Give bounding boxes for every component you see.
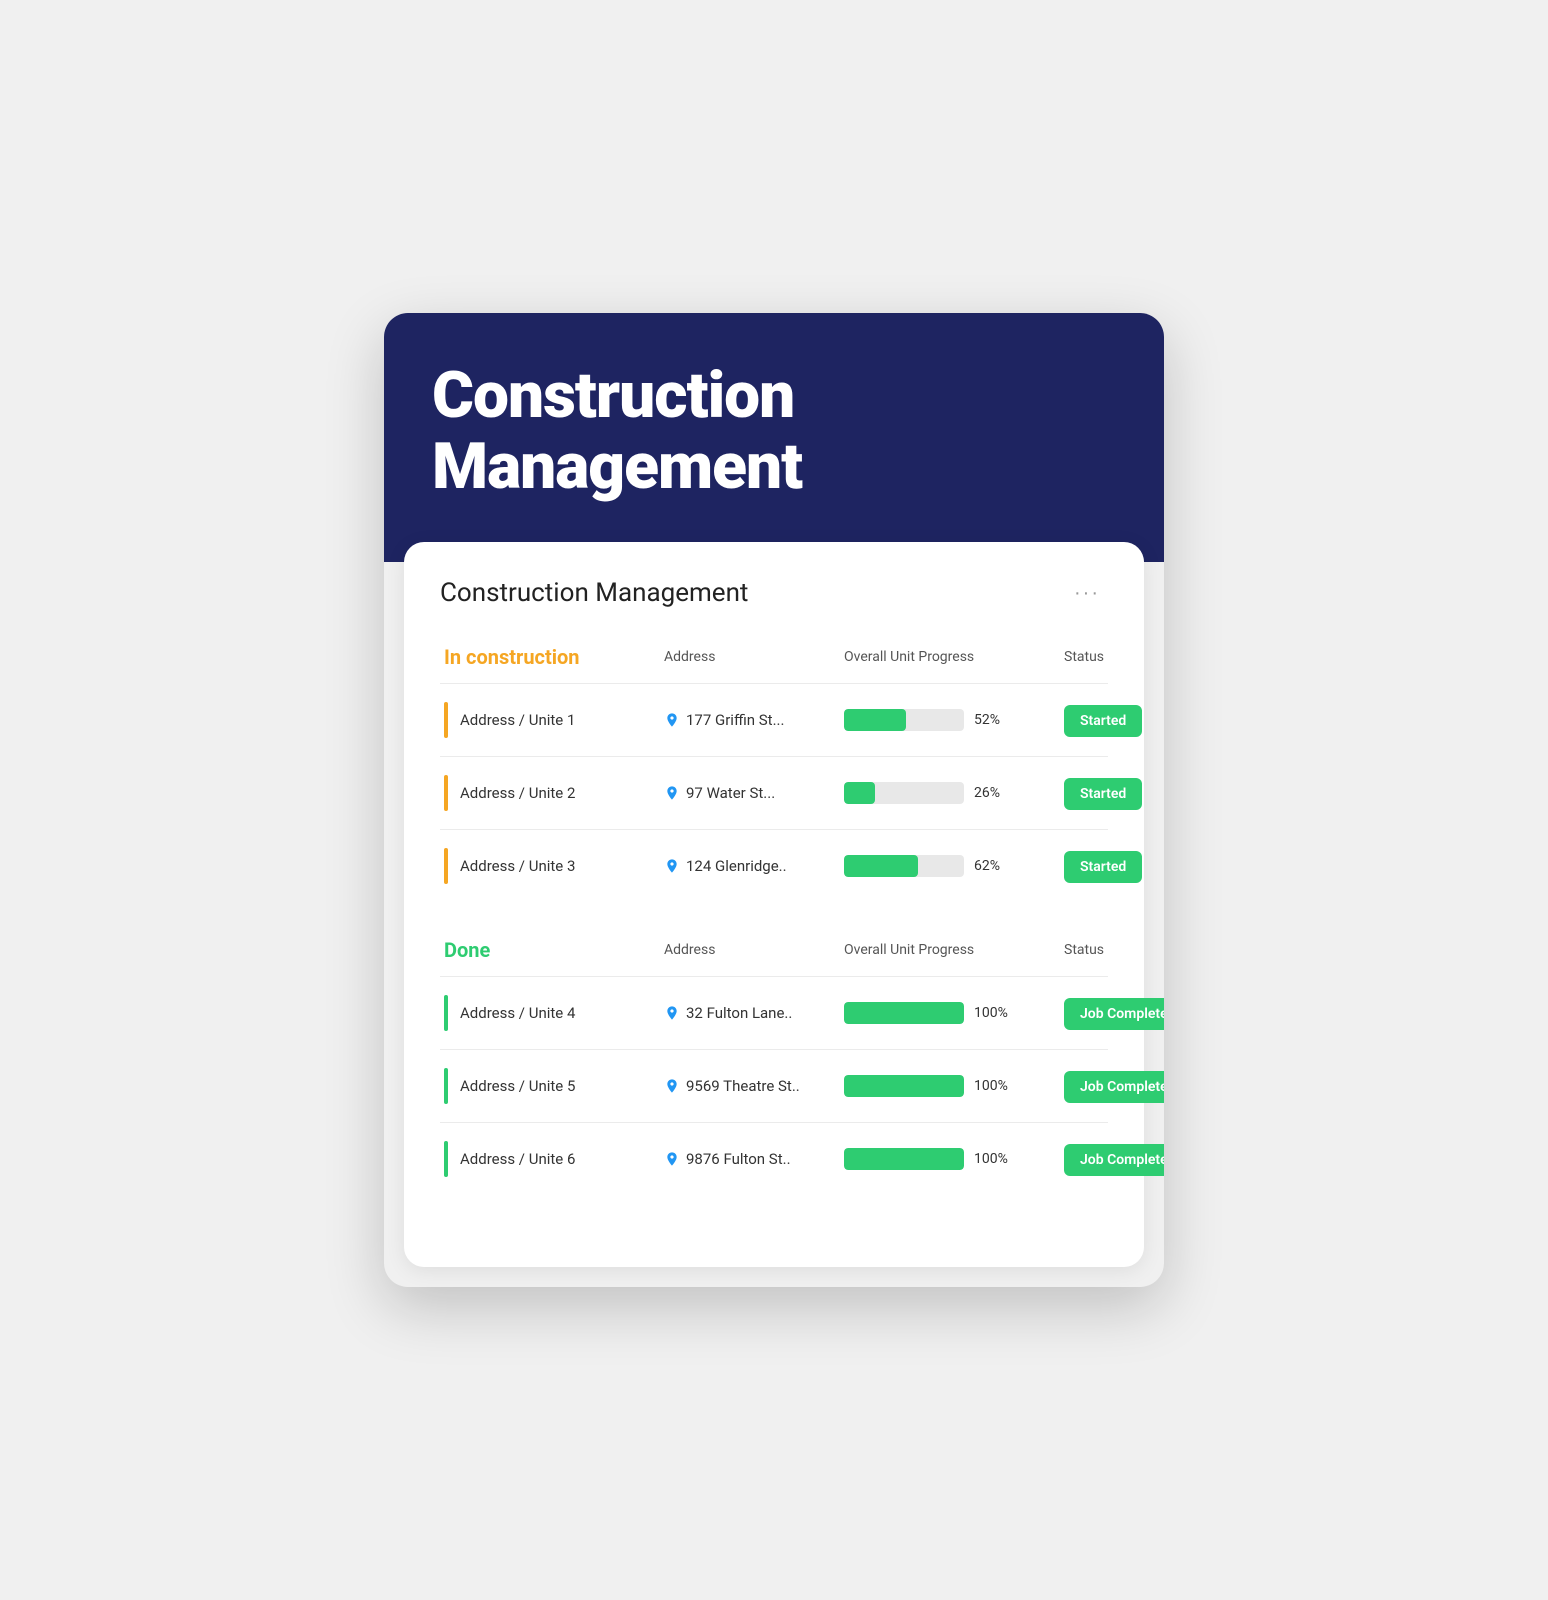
progress-fill	[844, 1075, 964, 1097]
progress-cell: 100%	[844, 1002, 1064, 1024]
progress-track	[844, 1075, 964, 1097]
progress-fill	[844, 1002, 964, 1024]
status-badge: Job Completed	[1064, 1071, 1164, 1103]
location-icon	[664, 785, 680, 801]
more-options-button[interactable]: ···	[1066, 578, 1108, 609]
address-cell: 9876 Fulton St..	[664, 1150, 844, 1168]
table-row: Address / Unite 2 97 Water St... 26% Sta…	[440, 756, 1108, 829]
hero-title: Construction Management	[432, 361, 1116, 502]
col-header-status-2: Status	[1064, 942, 1164, 958]
row-indicator	[444, 1141, 448, 1177]
table-row: Address / Unite 1 177 Griffin St... 52% …	[440, 683, 1108, 756]
card-title: Construction Management	[440, 578, 748, 608]
section-done-header: Done Address Overall Unit Progress Statu…	[440, 934, 1108, 966]
table-row: Address / Unite 4 32 Fulton Lane.. 100% …	[440, 976, 1108, 1049]
section-in-construction: In construction Address Overall Unit Pro…	[440, 641, 1108, 902]
row-indicator	[444, 702, 448, 738]
row-name: Address / Unite 6	[444, 1141, 664, 1177]
progress-percent: 100%	[974, 1078, 1010, 1094]
progress-fill	[844, 855, 918, 877]
address-cell: 124 Glenridge..	[664, 857, 844, 875]
table-row: Address / Unite 3 124 Glenridge.. 62% St…	[440, 829, 1108, 902]
progress-cell: 62%	[844, 855, 1064, 877]
row-indicator	[444, 775, 448, 811]
location-icon	[664, 858, 680, 874]
section-label-done: Done	[444, 938, 664, 962]
row-name: Address / Unite 3	[444, 848, 664, 884]
col-header-progress-1: Overall Unit Progress	[844, 649, 1064, 665]
progress-cell: 52%	[844, 709, 1064, 731]
col-header-address-1: Address	[664, 649, 844, 665]
col-header-address-2: Address	[664, 942, 844, 958]
row-name: Address / Unite 2	[444, 775, 664, 811]
row-indicator	[444, 995, 448, 1031]
outer-container: Construction Management Construction Man…	[384, 313, 1164, 1287]
progress-percent: 100%	[974, 1005, 1010, 1021]
address-cell: 97 Water St...	[664, 784, 844, 802]
progress-cell: 26%	[844, 782, 1064, 804]
status-badge: Started	[1064, 778, 1142, 810]
address-cell: 177 Griffin St...	[664, 711, 844, 729]
table-row: Address / Unite 5 9569 Theatre St.. 100%…	[440, 1049, 1108, 1122]
row-indicator	[444, 848, 448, 884]
section-label-in-construction: In construction	[444, 645, 664, 669]
progress-fill	[844, 709, 906, 731]
status-badge: Job Completed	[1064, 998, 1164, 1030]
progress-fill	[844, 782, 875, 804]
progress-percent: 100%	[974, 1151, 1010, 1167]
progress-percent: 62%	[974, 858, 1010, 874]
hero-header: Construction Management	[384, 313, 1164, 562]
section-in-construction-header: In construction Address Overall Unit Pro…	[440, 641, 1108, 673]
progress-track	[844, 782, 964, 804]
address-cell: 9569 Theatre St..	[664, 1077, 844, 1095]
row-indicator	[444, 1068, 448, 1104]
progress-percent: 52%	[974, 712, 1010, 728]
progress-fill	[844, 1148, 964, 1170]
row-name: Address / Unite 4	[444, 995, 664, 1031]
progress-track	[844, 855, 964, 877]
location-icon	[664, 712, 680, 728]
progress-track	[844, 709, 964, 731]
section-done: Done Address Overall Unit Progress Statu…	[440, 934, 1108, 1195]
progress-cell: 100%	[844, 1148, 1064, 1170]
address-cell: 32 Fulton Lane..	[664, 1004, 844, 1022]
row-name: Address / Unite 5	[444, 1068, 664, 1104]
location-icon	[664, 1005, 680, 1021]
progress-cell: 100%	[844, 1075, 1064, 1097]
location-icon	[664, 1078, 680, 1094]
status-badge: Started	[1064, 705, 1142, 737]
table-row: Address / Unite 6 9876 Fulton St.. 100% …	[440, 1122, 1108, 1195]
row-name: Address / Unite 1	[444, 702, 664, 738]
col-header-status-1: Status	[1064, 649, 1164, 665]
status-badge: Started	[1064, 851, 1142, 883]
location-icon	[664, 1151, 680, 1167]
progress-percent: 26%	[974, 785, 1010, 801]
progress-track	[844, 1148, 964, 1170]
progress-track	[844, 1002, 964, 1024]
col-header-progress-2: Overall Unit Progress	[844, 942, 1064, 958]
main-card: Construction Management ··· In construct…	[404, 542, 1144, 1267]
card-header: Construction Management ···	[440, 578, 1108, 609]
status-badge: Job Completed	[1064, 1144, 1164, 1176]
